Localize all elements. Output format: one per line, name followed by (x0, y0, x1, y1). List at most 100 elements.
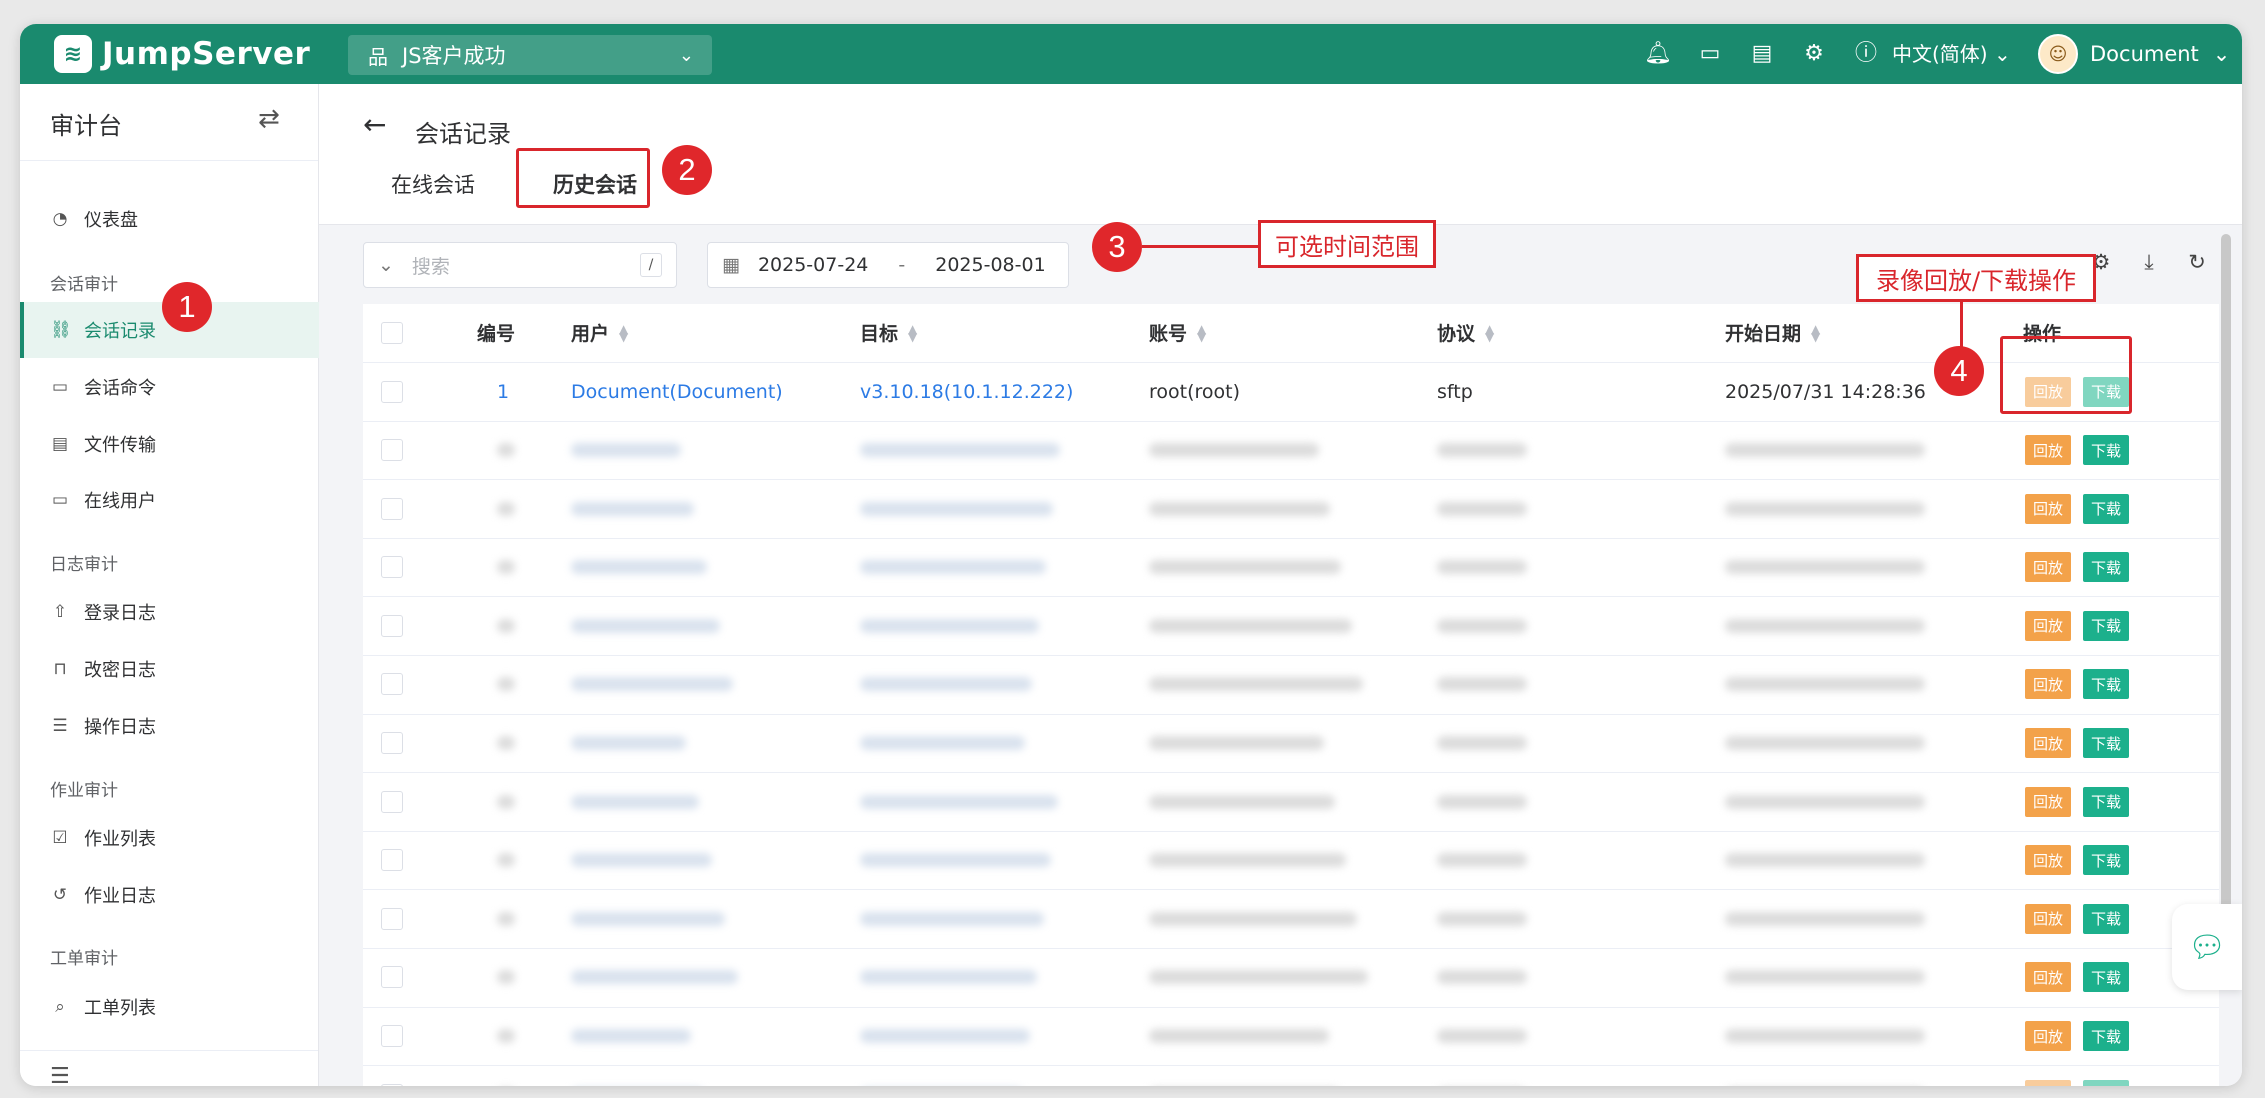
download-button[interactable]: 下载 (2083, 1079, 2129, 1086)
download-button[interactable]: 下载 (2083, 493, 2129, 524)
replay-button[interactable]: 回放 (2025, 903, 2071, 934)
row-checkbox[interactable] (381, 614, 403, 637)
language-select[interactable]: 中文(简体) ⌄ (1892, 38, 2011, 70)
sidebar-item-password-change-log[interactable]: ⊓ 改密日志 (20, 641, 318, 697)
gear-icon[interactable]: ⚙ (1788, 38, 1840, 70)
table-row: 回放下载 (363, 715, 2219, 774)
download-button[interactable]: 下载 (2083, 845, 2129, 876)
redacted-cell (1725, 890, 1925, 947)
table-row: 回放下载 (363, 1008, 2219, 1067)
refresh-icon[interactable]: ↻ (2173, 250, 2221, 275)
sidebar-item-ticket-list[interactable]: ⌕ 工单列表 (20, 979, 318, 1035)
help-icon[interactable]: ⓘ (1840, 38, 1892, 70)
top-header: ≋ JumpServer 品 JS客户成功 ⌄ 🔔︎ ▭ ▤ ⚙ ⓘ 中文(简体… (20, 24, 2242, 84)
tab-online-sessions[interactable]: 在线会话 (391, 160, 475, 210)
sort-icon[interactable]: ▲ ▼ (1485, 323, 1497, 343)
column-header-label: 开始日期 (1725, 323, 1802, 345)
row-checkbox[interactable] (381, 849, 403, 872)
search-input[interactable]: ⌄ 搜索 / (363, 242, 677, 288)
row-actions: 回放下载 (2025, 480, 2129, 537)
column-header-user[interactable]: 用户 ▲ ▼ (571, 304, 631, 361)
terminal-icon[interactable]: ▭ (1684, 38, 1736, 70)
sidebar-item-dashboard[interactable]: ◔ 仪表盘 (20, 191, 318, 247)
sort-icon[interactable]: ▲ ▼ (908, 323, 920, 343)
download-button[interactable]: 下载 (2083, 1021, 2129, 1052)
redacted-cell (860, 656, 1032, 713)
page-title: 会话记录 (415, 120, 511, 148)
language-label: 中文(简体) (1892, 42, 1988, 66)
logo[interactable]: ≋ JumpServer (54, 32, 310, 76)
replay-button[interactable]: 回放 (2025, 728, 2071, 759)
sidebar-item-job-list[interactable]: ☑ 作业列表 (20, 810, 318, 866)
chat-assistant-button[interactable]: 💬︎ (2172, 904, 2242, 990)
redacted-cell (860, 832, 1051, 889)
redacted-cell (860, 597, 1039, 654)
download-icon[interactable]: ⤓ (2125, 250, 2173, 275)
replay-button[interactable]: 回放 (2025, 493, 2071, 524)
sidebar: 审计台 ⇄ ◔ 仪表盘 会话审计 ⛓ 会话记录 ▭ 会话命令 ▤ 文件传输 ▭ … (20, 84, 322, 1086)
sidebar-item-session-commands[interactable]: ▭ 会话命令 (20, 359, 318, 415)
download-button[interactable]: 下载 (2083, 669, 2129, 700)
redacted-cell (1437, 656, 1527, 713)
collapse-sidebar-icon[interactable]: ☰ (50, 1064, 70, 1086)
session-id[interactable]: 1 (497, 363, 509, 420)
download-button[interactable]: 下载 (2083, 435, 2129, 466)
column-header-target[interactable]: 目标 ▲ ▼ (860, 304, 920, 361)
replay-button[interactable]: 回放 (2025, 552, 2071, 583)
redacted-cell (571, 480, 694, 537)
select-all-checkbox[interactable] (381, 321, 403, 344)
session-user-link[interactable]: Document(Document) (571, 363, 783, 420)
annotation-marker-4: 4 (1934, 346, 1984, 396)
replay-button[interactable]: 回放 (2025, 610, 2071, 641)
row-checkbox[interactable] (381, 790, 403, 813)
sort-icon[interactable]: ▲ ▼ (619, 323, 631, 343)
download-button[interactable]: 下载 (2083, 903, 2129, 934)
row-checkbox[interactable] (381, 497, 403, 520)
replay-button[interactable]: 回放 (2025, 786, 2071, 817)
sort-icon[interactable]: ▲ ▼ (1811, 323, 1823, 343)
organization-select[interactable]: 品 JS客户成功 ⌄ (348, 35, 712, 75)
sidebar-item-online-users[interactable]: ▭ 在线用户 (20, 472, 318, 528)
date-range-picker[interactable]: ▦ 2025-07-24 - 2025-08-01 (707, 242, 1069, 288)
column-header-protocol[interactable]: 协议 ▲ ▼ (1437, 304, 1497, 361)
download-button[interactable]: 下载 (2083, 962, 2129, 993)
organization-name: JS客户成功 (402, 44, 506, 68)
row-checkbox[interactable] (381, 556, 403, 579)
download-button[interactable]: 下载 (2083, 728, 2129, 759)
session-target-link[interactable]: v3.10.18(10.1.12.222) (860, 363, 1073, 420)
row-checkbox[interactable] (381, 1025, 403, 1048)
sidebar-item-login-log[interactable]: ⇧ 登录日志 (20, 584, 318, 640)
bell-icon[interactable]: 🔔︎ (1632, 38, 1684, 70)
sidebar-item-operation-log[interactable]: ☰ 操作日志 (20, 698, 318, 754)
switch-view-icon[interactable]: ⇄ (258, 104, 280, 134)
replay-button[interactable]: 回放 (2025, 845, 2071, 876)
row-select (381, 949, 403, 1006)
table-row: 回放下载 (363, 890, 2219, 949)
column-header-account[interactable]: 账号 ▲ ▼ (1149, 304, 1209, 361)
user-menu[interactable]: ☺ Document ⌄ (2038, 34, 2230, 74)
replay-button[interactable]: 回放 (2025, 1079, 2071, 1086)
back-arrow-icon[interactable]: ← (363, 108, 386, 141)
row-checkbox[interactable] (381, 732, 403, 755)
vertical-scrollbar[interactable] (2221, 234, 2231, 934)
download-button[interactable]: 下载 (2083, 786, 2129, 817)
row-checkbox[interactable] (381, 380, 403, 403)
clipboard-icon[interactable]: ▤ (1736, 38, 1788, 70)
row-checkbox[interactable] (381, 966, 403, 989)
sidebar-item-job-log[interactable]: ↺ 作业日志 (20, 867, 318, 923)
sidebar-item-file-transfer[interactable]: ▤ 文件传输 (20, 416, 318, 472)
redacted-text (1149, 443, 1319, 458)
row-checkbox[interactable] (381, 907, 403, 930)
row-checkbox[interactable] (381, 673, 403, 696)
row-checkbox[interactable] (381, 439, 403, 462)
replay-button[interactable]: 回放 (2025, 669, 2071, 700)
download-button[interactable]: 下载 (2083, 610, 2129, 641)
replay-button[interactable]: 回放 (2025, 435, 2071, 466)
replay-button[interactable]: 回放 (2025, 962, 2071, 993)
file-icon: ▤ (51, 434, 69, 454)
replay-button[interactable]: 回放 (2025, 1021, 2071, 1052)
row-checkbox[interactable] (381, 1083, 403, 1086)
sort-icon[interactable]: ▲ ▼ (1197, 323, 1209, 343)
column-header-start-date[interactable]: 开始日期 ▲ ▼ (1725, 304, 1823, 361)
download-button[interactable]: 下载 (2083, 552, 2129, 583)
